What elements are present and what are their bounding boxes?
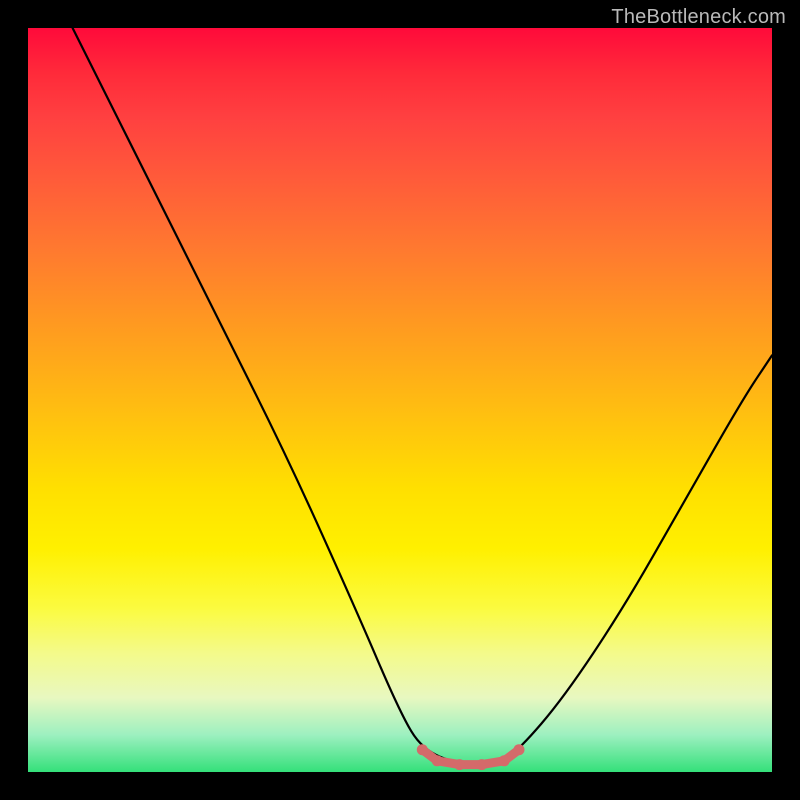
watermark-text: TheBottleneck.com [611, 6, 786, 29]
chart-frame: TheBottleneck.com [0, 0, 800, 800]
marker-dot [514, 744, 525, 755]
marker-dot [432, 755, 443, 766]
chart-svg [28, 28, 772, 772]
marker-dot [454, 759, 465, 770]
main-curve [73, 28, 772, 765]
plot-area [28, 28, 772, 772]
marker-dot [499, 755, 510, 766]
marker-dot [417, 744, 428, 755]
marker-dot [476, 759, 487, 770]
